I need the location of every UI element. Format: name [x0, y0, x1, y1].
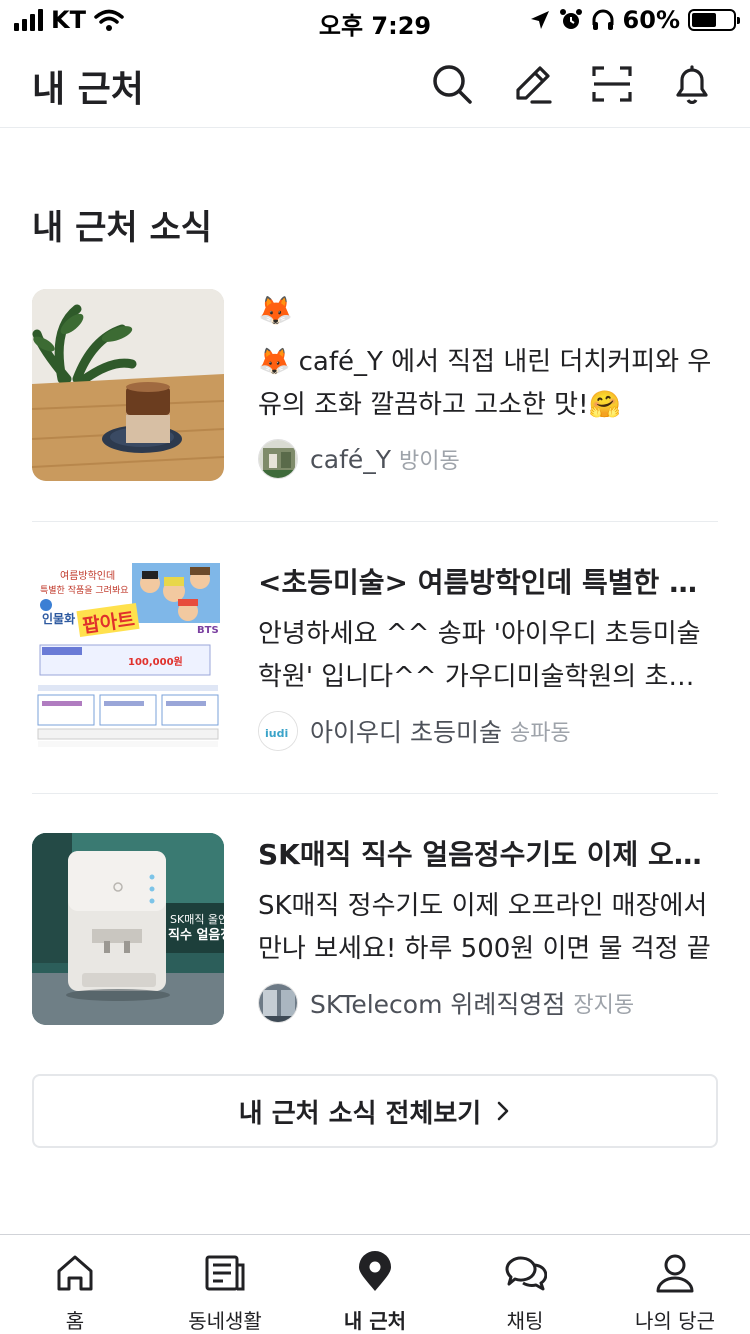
- chevron-right-icon: [497, 1101, 509, 1121]
- location-pin-icon: [359, 1251, 391, 1291]
- feed-item-body: SK매직 직수 얼음정수기도 이제 오프라인에서 SK매직 정수기도 이제 오프…: [258, 833, 718, 1023]
- nav-label: 내 근처: [343, 1309, 407, 1333]
- alarm-icon: [559, 9, 582, 29]
- feed-thumbnail-popart: 여름방학인데 특별한 작품을 그려봐요 BTS 인물화 팝아트 100,000원: [32, 561, 224, 753]
- feed-item-meta: SKTelecom 위례직영점 장지동: [258, 983, 718, 1023]
- business-avatar: iudi: [258, 711, 298, 751]
- scan-icon[interactable]: [590, 62, 634, 106]
- nav-item-chat[interactable]: 채팅: [450, 1235, 600, 1334]
- bell-icon[interactable]: [670, 62, 714, 106]
- battery-percent: 60%: [622, 6, 680, 34]
- business-name: 아이우디 초등미술: [310, 718, 502, 747]
- divider: [32, 521, 718, 522]
- feed-item[interactable]: 🦊 🦊 café_Y 에서 직접 내린 더치커피와 우유의 조화 깔끔하고 고소…: [32, 289, 718, 483]
- feed-item-title: <초등미술> 여름방학인데 특별한 작품을 그려봐요: [258, 566, 718, 599]
- feed-item-meta: iudi 아이우디 초등미술 송파동: [258, 711, 718, 751]
- poster-line1: SK매직 올인원: [170, 913, 224, 926]
- feed-item-description: SK매직 정수기도 이제 오프라인 매장에서 만나 보세요! 하루 500원 이…: [258, 891, 711, 964]
- headphones-icon: [592, 9, 614, 30]
- status-bar: KT 오후 7:29 60%: [0, 0, 750, 40]
- popart-poster: 여름방학인데 특별한 작품을 그려봐요 BTS 인물화 팝아트 100,000원: [32, 561, 224, 753]
- battery-icon: [688, 9, 740, 31]
- nav-item-neighborhood[interactable]: 동네생활: [150, 1235, 300, 1334]
- feed-item-description: 🦊 café_Y 에서 직접 내린 더치커피와 우유의 조화 깔끔하고 고소한 …: [258, 347, 712, 420]
- header-actions: [430, 62, 714, 106]
- business-region: 방이동: [399, 449, 460, 474]
- poster-line2: 특별한 작품을 그려봐요: [40, 585, 129, 596]
- feed-item-body: <초등미술> 여름방학인데 특별한 작품을 그려봐요 안녕하세요 ^^ 송파 '…: [258, 561, 718, 751]
- location-arrow-icon: [530, 11, 549, 29]
- feed-item-title: SK매직 직수 얼음정수기도 이제 오프라인에서: [258, 838, 718, 871]
- business-region: 송파동: [509, 721, 571, 746]
- feed-item-description: 안녕하세요 ^^ 송파 '아이우디 초등미술학원' 입니다^^ 가우디미술학원의…: [258, 619, 717, 692]
- nav-label: 홈: [65, 1309, 85, 1333]
- pencil-icon[interactable]: [510, 62, 554, 106]
- profile-icon: [656, 1254, 694, 1293]
- see-all-news-button[interactable]: 내 근처 소식 전체보기: [32, 1074, 718, 1148]
- svg-text:iudi: iudi: [265, 727, 288, 740]
- chat-icon: [505, 1256, 547, 1291]
- feed-thumbnail-coffee: [32, 289, 224, 481]
- bottom-nav: 홈 동네생활 내 근처 채팅 나의 당근: [0, 1234, 750, 1334]
- feed-item-meta: café_Y 방이동: [258, 439, 718, 479]
- app-screen: KT 오후 7:29 60% 내 근처 내 근처 소식 🦊 🦊 café_Y 에…: [0, 0, 750, 1334]
- poster-line2: 직수 얼음정: [168, 927, 224, 943]
- nav-item-my-profile[interactable]: 나의 당근: [600, 1235, 750, 1334]
- search-icon[interactable]: [430, 62, 474, 106]
- document-icon: [205, 1255, 245, 1291]
- coffee-photo: [32, 289, 224, 481]
- business-name: café_Y: [310, 444, 392, 474]
- see-all-label: 내 근처 소식 전체보기: [238, 1098, 482, 1129]
- feed-item[interactable]: 여름방학인데 특별한 작품을 그려봐요 BTS 인물화 팝아트 100,000원: [32, 561, 718, 755]
- business-name: SKTelecom 위례직영점: [310, 990, 566, 1019]
- status-right: 60%: [529, 6, 740, 34]
- nav-label: 채팅: [506, 1309, 544, 1333]
- nav-label: 동네생활: [188, 1309, 262, 1333]
- home-icon: [57, 1255, 93, 1291]
- page-title: 내 근처: [32, 69, 144, 110]
- feed-item-body: 🦊 🦊 café_Y 에서 직접 내린 더치커피와 우유의 조화 깔끔하고 고소…: [258, 289, 718, 479]
- poster-price: 100,000원: [128, 655, 183, 668]
- nav-label: 나의 당근: [635, 1309, 715, 1333]
- business-avatar: [258, 439, 298, 479]
- water-purifier-photo: SK매직 올인원 직수 얼음정: [32, 833, 224, 1025]
- feed-thumbnail-waterpurifier: SK매직 올인원 직수 얼음정: [32, 833, 224, 1025]
- app-header: 내 근처: [0, 40, 750, 128]
- divider: [32, 793, 718, 794]
- feed-item-title: 🦊: [258, 294, 293, 327]
- poster-bts: BTS: [197, 625, 219, 636]
- feed-item[interactable]: SK매직 올인원 직수 얼음정 SK매직 직수 얼음정수기도 이제 오프라인에서…: [32, 833, 718, 1027]
- business-region: 장지동: [573, 993, 635, 1018]
- battery-level: [692, 13, 716, 27]
- nav-item-nearby[interactable]: 내 근처: [300, 1235, 450, 1334]
- section-title: 내 근처 소식: [32, 208, 213, 248]
- nav-item-home[interactable]: 홈: [0, 1235, 150, 1334]
- poster-line1: 여름방학인데: [60, 570, 115, 582]
- business-avatar: [258, 983, 298, 1023]
- poster-badge: 인물화: [42, 611, 75, 626]
